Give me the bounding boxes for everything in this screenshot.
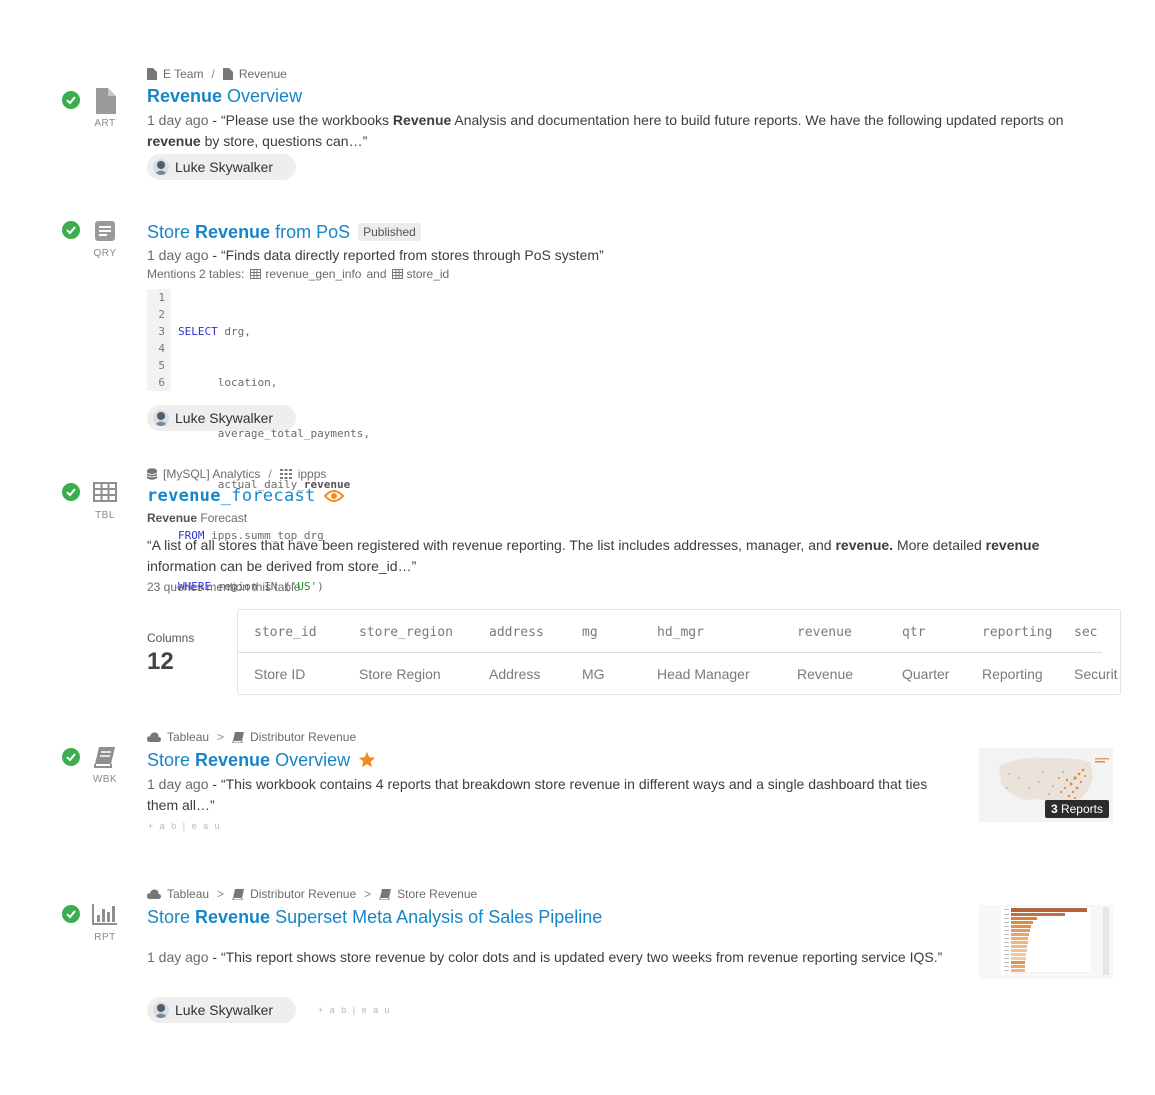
column-name: store_id: [254, 624, 317, 640]
type-label: RPT: [94, 932, 116, 943]
table-icon: [391, 269, 403, 279]
avatar: [153, 159, 169, 175]
result-description: 1 day ago - “Please use the workbooks Re…: [147, 112, 1064, 149]
table-link[interactable]: revenue_gen_info: [265, 266, 361, 282]
report-thumbnail[interactable]: [979, 905, 1113, 979]
column-title: Quarter: [902, 666, 950, 682]
search-result-report: RPT Tableau > Distributor Revenue > Stor…: [0, 878, 1155, 1038]
owner-chip[interactable]: Luke Skywalker: [147, 154, 296, 180]
column-title: Revenue: [797, 666, 854, 682]
cloud-icon: [147, 889, 161, 899]
column-title: MG: [582, 666, 605, 682]
columns-preview[interactable]: store_id store_region address mg hd_mgr …: [237, 609, 1121, 695]
cloud-icon: [147, 732, 161, 742]
breadcrumb-item[interactable]: Distributor Revenue: [250, 730, 356, 744]
column-title: Head Manager: [657, 666, 750, 682]
type-label: QRY: [93, 248, 117, 259]
verified-check-icon: [62, 748, 80, 766]
result-description: 1 day ago - “Finds data directly reporte…: [147, 247, 604, 263]
document-icon: [222, 68, 233, 80]
table-mentions: Mentions 2 tables: revenue_gen_info and …: [147, 266, 450, 282]
reports-count-badge: 3 Reports: [1044, 800, 1109, 818]
column-name: store_region: [359, 624, 453, 640]
column-name: sec: [1074, 624, 1098, 640]
database-icon: [147, 468, 157, 480]
verified-check-icon: [62, 483, 80, 501]
breadcrumb-item[interactable]: Tableau: [167, 730, 209, 744]
result-title[interactable]: Store Revenue Overview: [147, 748, 962, 772]
table-icon: [92, 482, 118, 507]
column-names-row: store_id store_region address mg hd_mgr …: [238, 612, 1120, 652]
document-icon: [147, 68, 157, 80]
table-icon: [250, 269, 262, 279]
column-title: Address: [489, 666, 541, 682]
search-result-article: ART E Team / Revenue Revenue Overview 1 …: [0, 0, 1155, 190]
column-titles-row: Store ID Store Region Address MG Head Ma…: [238, 654, 1120, 694]
workbook-icon: [232, 731, 245, 743]
search-result-query: QRY Store Revenue from PoS Published 1 d…: [0, 200, 1155, 440]
column-title: Reporting: [982, 666, 1043, 682]
published-badge: Published: [358, 223, 421, 241]
bar-chart-thumbnail-image: [979, 905, 1113, 979]
result-description: “A list of all stores that have been reg…: [147, 537, 1040, 574]
result-description: 1 day ago - “This workbook contains 4 re…: [147, 776, 928, 813]
column-name: mg: [582, 624, 598, 640]
column-title: Store Region: [359, 666, 441, 682]
tableau-logo: + a b | e a u: [318, 1005, 392, 1015]
line-numbers: 1 2 3 4 5 6: [147, 289, 171, 391]
avatar: [153, 1002, 169, 1018]
table-link[interactable]: store_id: [407, 266, 450, 282]
breadcrumb: Tableau > Distributor Revenue > Store Re…: [147, 886, 962, 902]
breadcrumb: E Team / Revenue: [147, 66, 1067, 82]
columns-count-label: Columns: [147, 631, 195, 645]
divider: [238, 652, 1102, 653]
type-label: ART: [94, 118, 116, 129]
tableau-logo: + a b | e a u: [148, 821, 222, 831]
star-icon[interactable]: [358, 751, 376, 769]
result-title[interactable]: Store Revenue from PoS Published: [147, 220, 1067, 244]
breadcrumb-item[interactable]: Tableau: [167, 887, 209, 901]
breadcrumb: Tableau > Distributor Revenue: [147, 729, 962, 745]
result-title[interactable]: Store Revenue Superset Meta Analysis of …: [147, 905, 962, 929]
avatar: [153, 410, 169, 426]
breadcrumb: [MySQL] Analytics / ippps: [147, 466, 1107, 482]
owner-name: Luke Skywalker: [175, 159, 274, 175]
breadcrumb-item[interactable]: [MySQL] Analytics: [163, 467, 260, 481]
type-label: WBK: [92, 774, 118, 785]
workbook-icon: [92, 746, 118, 773]
breadcrumb-item[interactable]: Revenue: [239, 67, 287, 81]
bar-chart-icon: [92, 903, 118, 930]
table-subtitle: Revenue Forecast: [147, 511, 248, 525]
result-title[interactable]: Revenue Overview: [147, 84, 1067, 108]
verified-check-icon: [62, 91, 80, 109]
column-name: address: [489, 624, 544, 640]
search-result-workbook: WBK Tableau > Distributor Revenue Store …: [0, 720, 1155, 850]
verified-check-icon: [62, 905, 80, 923]
columns-count: 12: [147, 648, 174, 675]
column-name: reporting: [982, 624, 1053, 640]
workbook-icon: [379, 888, 392, 900]
breadcrumb-item[interactable]: ippps: [298, 467, 327, 481]
result-title[interactable]: revenue _forecast: [147, 484, 1107, 508]
column-name: hd_mgr: [657, 624, 704, 640]
type-label: TBL: [95, 510, 115, 521]
breadcrumb-item[interactable]: Store Revenue: [397, 887, 477, 901]
column-name: qtr: [902, 624, 926, 640]
schema-icon: [279, 469, 292, 479]
owner-name: Luke Skywalker: [175, 1002, 274, 1018]
breadcrumb-item[interactable]: E Team: [163, 67, 203, 81]
breadcrumb-item[interactable]: Distributor Revenue: [250, 887, 356, 901]
watching-eye-icon[interactable]: [323, 489, 344, 503]
verified-check-icon: [62, 221, 80, 239]
queries-mention-note: 23 queries mention this table: [147, 580, 301, 594]
column-title: Securit: [1074, 666, 1118, 682]
workbook-thumbnail[interactable]: 3 Reports: [979, 748, 1113, 822]
column-title: Store ID: [254, 666, 306, 682]
document-icon: [92, 88, 118, 119]
result-description: 1 day ago - “This report shows store rev…: [147, 949, 943, 965]
query-icon: [92, 220, 118, 247]
column-name: revenue: [797, 624, 852, 640]
workbook-icon: [232, 888, 245, 900]
owner-chip[interactable]: Luke Skywalker: [147, 997, 296, 1023]
